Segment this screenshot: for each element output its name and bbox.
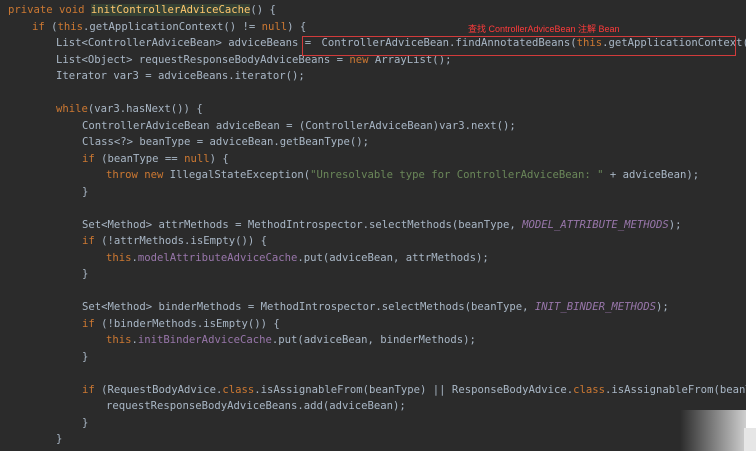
code-line-14: Set<Method> attrMethods = MethodIntrospe… [0,217,746,234]
code-text: } [82,416,89,429]
code-line-10: if (beanType == null) { [0,151,746,168]
code-text: .put(adviceBean, binderMethods); [271,334,476,346]
keyword: if [82,317,95,330]
code-text: } [56,433,63,445]
code-line-19: Set<Method> binderMethods = MethodIntros… [0,299,746,316]
code-text: ) { [287,20,307,33]
code-text: + adviceBean); [603,169,700,181]
code-text: () { [250,4,276,16]
code-text: } [82,268,89,280]
code-text: ); [656,301,669,313]
code-text: .isAssignableFrom(beanType) || ResponseB… [254,383,574,396]
keyword: private void [8,4,91,16]
code-text: .getApplicationContext() != [83,20,262,33]
code-text: Class<?> beanType = adviceBean.getBeanTy… [82,136,370,148]
corner-overlay [744,428,756,451]
code-text: Set<Method> attrMethods = MethodIntrospe… [82,218,523,231]
keyword: if [82,235,95,247]
code-text: requestResponseBodyAdviceBeans.add(advic… [106,400,406,412]
field-reference: modelAttributeAdviceCache [137,251,298,264]
highlight-box [302,36,736,56]
code-line-7: while(var3.hasNext()) { [0,101,746,118]
code-block: private void initControllerAdviceCache()… [0,2,746,448]
code-line-5: Iterator var3 = adviceBeans.iterator(); [0,68,746,85]
method-name: initControllerAdviceCache [90,4,251,16]
code-text: } [82,185,89,198]
code-text: } [82,350,89,363]
code-text: (RequestBodyAdvice. [94,383,223,396]
code-text: List<ControllerAdviceBean> adviceBeans = [56,37,318,49]
code-line-22: } [0,349,746,366]
constant: MODEL_ATTRIBUTE_METHODS [522,218,669,231]
code-line-1: private void initControllerAdviceCache()… [0,2,746,19]
constant: INIT_BINDER_METHODS [534,301,657,313]
code-line-15: if (!attrMethods.isEmpty()) { [0,233,746,250]
editor-margin [746,0,756,451]
code-line-9: Class<?> beanType = adviceBean.getBeanTy… [0,134,746,151]
code-text: (!attrMethods.isEmpty()) { [94,235,267,247]
keyword: this [106,251,132,264]
code-text: (!binderMethods.isEmpty()) { [94,317,280,330]
keyword: null [184,152,210,165]
code-line-16: this.modelAttributeAdviceCache.put(advic… [0,250,746,267]
code-line-11: throw new IllegalStateException("Unresol… [0,167,746,184]
code-text: ); [668,218,682,231]
code-editor[interactable]: private void initControllerAdviceCache()… [0,0,746,451]
code-line-24: if (RequestBodyAdvice.class.isAssignable… [0,382,746,399]
string-literal: "Unresolvable type for ControllerAdviceB… [310,169,604,181]
code-text: ( [44,20,58,33]
code-text: Set<Method> binderMethods = MethodIntros… [82,301,535,313]
scroll-fade [680,410,746,451]
code-line-8: ControllerAdviceBean adviceBean = (Contr… [0,118,746,135]
field-reference: initBinderAdviceCache [137,334,272,346]
keyword: this [106,334,132,346]
code-line-17: } [0,266,746,283]
keyword: this [57,20,84,33]
keyword: if [32,20,45,33]
code-text: (beanType == [94,152,185,165]
code-line-26: } [0,415,746,432]
code-text: .put(adviceBean, attrMethods); [297,251,489,264]
code-line-21: this.initBinderAdviceCache.put(adviceBea… [0,332,746,349]
code-line-20: if (!binderMethods.isEmpty()) { [0,316,746,333]
code-line-2: if (this.getApplicationContext() != null… [0,19,746,36]
code-text: ControllerAdviceBean adviceBean = (Contr… [82,119,516,132]
keyword: class [573,383,606,396]
code-text: Iterator var3 = adviceBeans.iterator(); [56,70,305,82]
code-text: ) { [209,152,229,165]
code-text: (var3.hasNext()) { [87,103,203,115]
keyword: while [56,103,88,115]
keyword: class [222,383,255,396]
code-line-12: } [0,184,746,201]
code-line-25: requestResponseBodyAdviceBeans.add(advic… [0,398,746,415]
keyword: throw new [106,169,164,181]
keyword: null [261,20,288,33]
code-line-27: } [0,431,746,448]
code-text: .isAssignableFrom(beanType)) [605,383,746,396]
keyword: if [82,152,95,165]
code-text: IllegalStateException( [163,169,311,181]
keyword: if [82,383,95,396]
annotation-label: 查找 ControllerAdviceBean 注解 Bean [468,24,620,34]
